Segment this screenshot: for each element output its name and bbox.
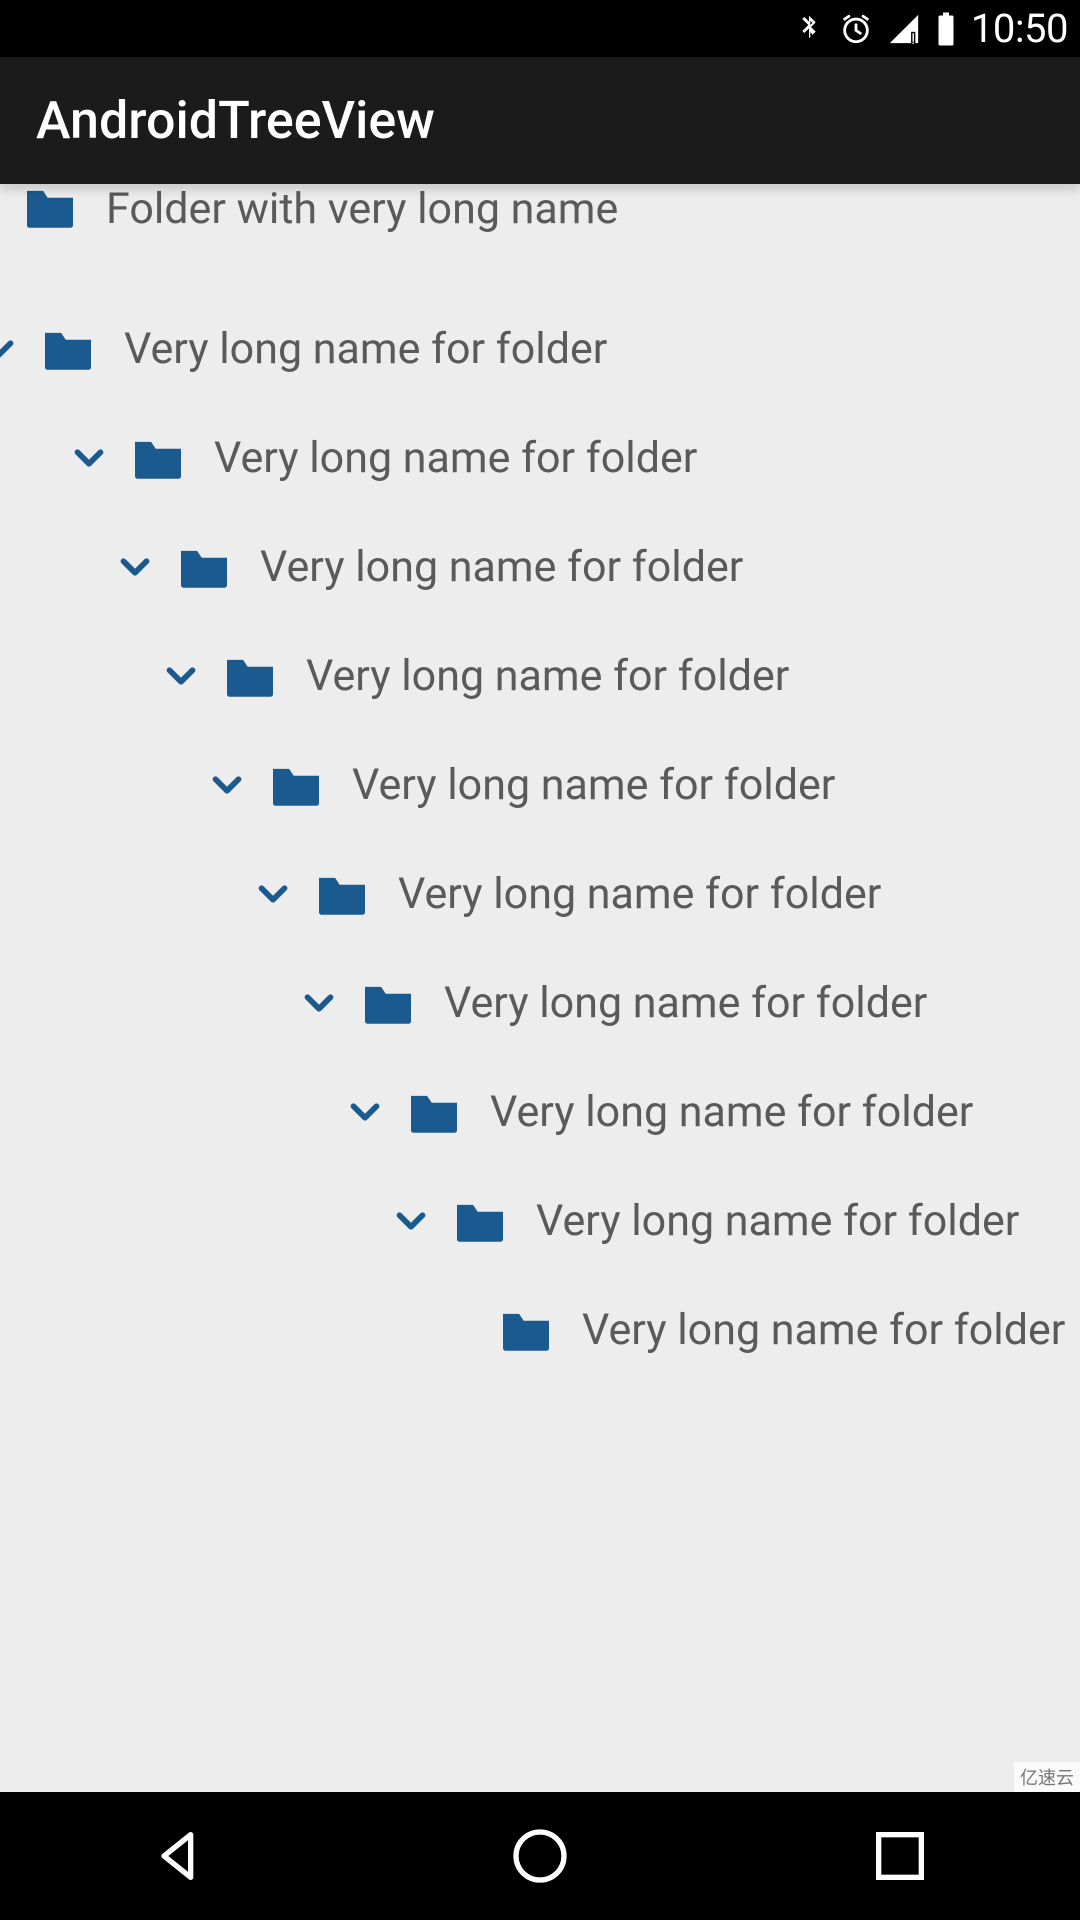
watermark: 亿速云 [1014,1762,1080,1792]
folder-icon [452,1198,508,1244]
tree-row[interactable]: Very long name for folder [0,730,1080,839]
signal-icon [887,12,921,46]
folder-label: Very long name for folder [536,1196,1019,1246]
folder-icon [176,544,232,590]
status-bar: 10:50 [0,0,1080,57]
chevron-down-icon[interactable] [0,326,22,372]
tree-row[interactable]: Very long name for folder [0,1275,1080,1384]
tree-row[interactable]: Very long name for folder [0,294,1080,403]
tree-row[interactable]: Very long name for folder [0,1057,1080,1166]
tree-row[interactable]: Very long name for folder [0,839,1080,948]
chevron-down-icon[interactable] [158,653,204,699]
folder-icon [406,1089,462,1135]
tree-row[interactable]: Folder with very long name [0,184,1080,248]
chevron-down-icon[interactable] [342,1089,388,1135]
folder-label: Very long name for folder [398,869,881,919]
folder-icon [498,1307,554,1353]
folder-icon [222,653,278,699]
folder-icon [314,871,370,917]
status-clock: 10:50 [971,5,1068,52]
folder-label: Very long name for folder [214,433,697,483]
tree-row[interactable]: Very long name for folder [0,948,1080,1057]
folder-label: Very long name for folder [124,324,607,374]
folder-label: Very long name for folder [444,978,927,1028]
folder-label: Very long name for folder [306,651,789,701]
folder-icon [22,184,78,230]
tree-view[interactable]: Folder with very long name Very long nam… [0,184,1080,1792]
tree-row[interactable]: Very long name for folder [0,512,1080,621]
tree-row[interactable]: Very long name for folder [0,1166,1080,1275]
folder-label: Folder with very long name [106,184,618,234]
folder-label: Very long name for folder [582,1305,1065,1355]
folder-label: Very long name for folder [260,542,743,592]
folder-label: Very long name for folder [490,1087,973,1137]
chevron-down-icon[interactable] [388,1198,434,1244]
chevron-down-icon[interactable] [204,762,250,808]
folder-icon [360,980,416,1026]
folder-icon [40,326,96,372]
folder-icon [268,762,324,808]
folder-label: Very long name for folder [352,760,835,810]
bluetooth-icon [793,13,825,45]
chevron-down-icon[interactable] [250,871,296,917]
chevron-down-icon[interactable] [112,544,158,590]
app-title: AndroidTreeView [36,90,435,151]
tree-row[interactable]: Very long name for folder [0,621,1080,730]
chevron-down-icon[interactable] [66,435,112,481]
nav-recent-button[interactable] [868,1824,932,1888]
nav-back-button[interactable] [148,1824,212,1888]
navigation-bar [0,1792,1080,1920]
folder-icon [130,435,186,481]
battery-icon [935,11,957,47]
app-bar: AndroidTreeView [0,57,1080,184]
tree-row[interactable]: Very long name for folder [0,403,1080,512]
nav-home-button[interactable] [508,1824,572,1888]
alarm-icon [839,12,873,46]
chevron-down-icon[interactable] [296,980,342,1026]
